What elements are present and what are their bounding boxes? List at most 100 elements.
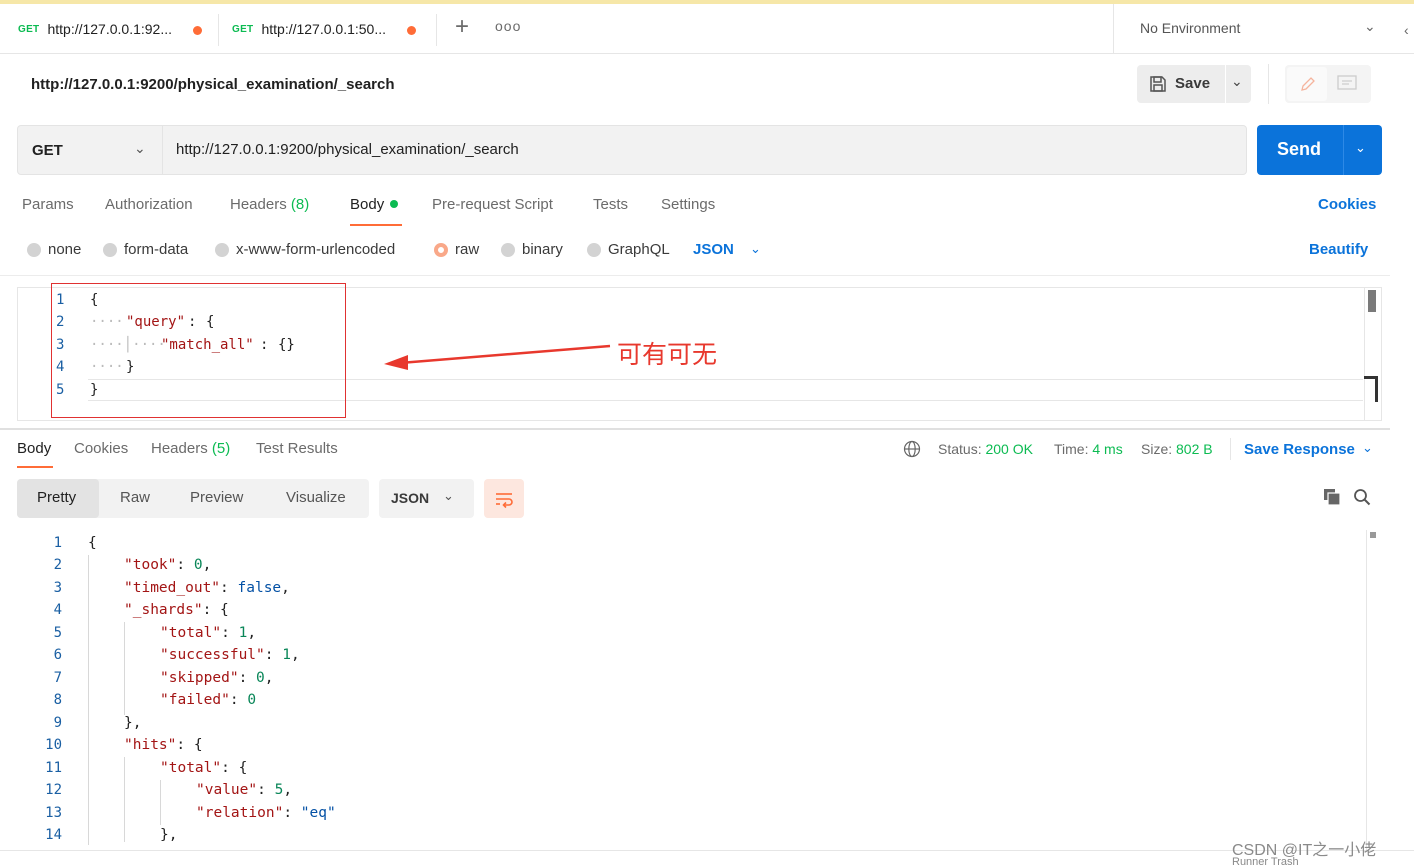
chevron-down-icon[interactable]: ⌄ <box>1362 440 1373 456</box>
more-tabs-icon[interactable]: ooo <box>495 18 521 34</box>
save-label: Save <box>1175 75 1211 92</box>
line-number: 12 <box>45 782 62 798</box>
response-scrollbar[interactable] <box>1366 530 1367 850</box>
response-view-toggle: Pretty Raw Preview Visualize <box>17 479 369 518</box>
headers-count: (8) <box>290 196 310 213</box>
tab-request-1[interactable]: GET http://127.0.0.1:92... <box>18 4 202 54</box>
json-line: "successful": 1, <box>160 647 300 663</box>
radio-binary[interactable]: binary <box>501 241 563 258</box>
divider <box>0 275 1390 276</box>
json-line: "skipped": 0, <box>160 670 274 686</box>
method-label: GET <box>32 142 63 159</box>
line-number: 2 <box>53 557 62 573</box>
json-token: }, <box>160 827 178 843</box>
chevron-down-icon: ⌄ <box>443 488 454 503</box>
json-number: 0 <box>247 692 257 708</box>
pane-divider[interactable] <box>0 428 1390 430</box>
line-number: 13 <box>45 805 62 821</box>
save-options-chevron-icon[interactable]: ⌄ <box>1231 73 1243 90</box>
url-input[interactable]: http://127.0.0.1:9200/physical_examinati… <box>176 141 519 158</box>
unsaved-dot-icon <box>407 26 416 35</box>
edit-button[interactable] <box>1287 67 1327 101</box>
time-meta[interactable]: Time: 4 ms <box>1054 441 1123 457</box>
json-key: "skipped" <box>160 670 239 686</box>
response-format-select[interactable]: JSON ⌄ <box>379 479 474 518</box>
new-tab-plus-icon[interactable]: + <box>450 15 474 40</box>
json-token: { <box>220 602 229 618</box>
response-tab-headers[interactable]: Headers (5) <box>151 440 230 457</box>
chevron-left-icon[interactable]: ‹ <box>1404 22 1409 38</box>
json-key: "total" <box>160 625 222 641</box>
save-response-button[interactable]: Save Response <box>1244 441 1355 458</box>
tab-settings[interactable]: Settings <box>661 196 715 213</box>
line-number: 6 <box>53 647 62 663</box>
body-language-select[interactable]: JSON <box>693 241 734 258</box>
annotation-text: 可有可无 <box>617 340 718 369</box>
radio-circle-icon <box>587 242 601 257</box>
view-pretty-button[interactable]: Pretty <box>17 479 99 518</box>
json-boolean: false <box>237 580 282 596</box>
chevron-down-icon[interactable]: ⌄ <box>750 241 761 257</box>
tab-url: http://127.0.0.1:92... <box>47 21 173 37</box>
radio-urlencoded[interactable]: x-www-form-urlencoded <box>215 241 395 258</box>
tab-request-2[interactable]: GET http://127.0.0.1:50... <box>232 4 416 54</box>
response-scrollbar-thumb[interactable] <box>1370 532 1376 538</box>
json-line: "took": 0, <box>124 557 212 573</box>
size-meta[interactable]: Size: 802 B <box>1141 441 1213 457</box>
editor-scrollbar-thumb[interactable] <box>1368 290 1376 312</box>
pencil-icon <box>1301 77 1315 91</box>
radio-label: none <box>48 241 82 258</box>
status-meta[interactable]: Status: 200 OK <box>938 441 1033 457</box>
method-selector[interactable]: GET ⌄ <box>18 126 163 174</box>
comment-icon[interactable] <box>1337 75 1357 93</box>
request-title[interactable]: http://127.0.0.1:9200/physical_examinati… <box>31 76 395 93</box>
view-pretty-label: Pretty <box>37 489 77 506</box>
save-button[interactable]: Save ⌄ <box>1137 65 1251 103</box>
tab-pre-request-script[interactable]: Pre-request Script <box>432 196 553 213</box>
tab-tests[interactable]: Tests <box>593 196 628 213</box>
radio-raw[interactable]: raw <box>434 241 479 258</box>
view-visualize-button[interactable]: Visualize <box>286 489 346 506</box>
send-button[interactable]: Send ⌄ <box>1257 125 1382 175</box>
tab-body-label: Body <box>350 196 385 213</box>
active-tab-underline <box>350 224 402 226</box>
tab-params[interactable]: Params <box>22 196 74 213</box>
environment-label: No Environment <box>1140 20 1241 36</box>
radio-circle-icon <box>215 242 229 257</box>
environment-selector[interactable]: No Environment ⌄ <box>1113 4 1393 54</box>
search-icon[interactable] <box>1353 488 1371 506</box>
radio-none[interactable]: none <box>27 241 81 258</box>
annotation-highlight-box <box>51 283 346 418</box>
editor-resize-handle[interactable] <box>1364 376 1378 402</box>
tab-headers[interactable]: Headers (8) <box>230 196 309 213</box>
tab-authorization[interactable]: Authorization <box>105 196 193 213</box>
json-line: "timed_out": false, <box>124 580 290 596</box>
globe-icon[interactable] <box>903 440 921 458</box>
send-options-chevron-icon[interactable]: ⌄ <box>1355 140 1366 156</box>
radio-form-data[interactable]: form-data <box>103 241 188 258</box>
tab-body[interactable]: Body <box>350 196 399 213</box>
json-key: "failed" <box>160 692 230 708</box>
response-headers-label: Headers <box>151 440 208 457</box>
tab-headers-label: Headers <box>230 196 287 213</box>
wrap-lines-button[interactable] <box>484 479 524 518</box>
json-line: "failed": 0 <box>160 692 257 708</box>
json-number: 1 <box>282 647 291 663</box>
response-tab-body[interactable]: Body <box>17 440 51 457</box>
view-raw-button[interactable]: Raw <box>120 489 150 506</box>
radio-graphql[interactable]: GraphQL <box>587 241 670 258</box>
format-label: JSON <box>391 490 430 506</box>
response-tab-cookies[interactable]: Cookies <box>74 440 128 457</box>
json-key: "hits" <box>124 737 177 753</box>
json-number: 0 <box>256 670 265 686</box>
status-label: Status: <box>938 441 982 457</box>
json-number: 5 <box>274 782 284 798</box>
view-preview-button[interactable]: Preview <box>190 489 243 506</box>
json-string: "eq" <box>300 805 336 821</box>
beautify-link[interactable]: Beautify <box>1309 241 1368 258</box>
copy-icon[interactable] <box>1323 488 1341 506</box>
line-number: 9 <box>53 715 62 731</box>
response-tab-test-results[interactable]: Test Results <box>256 440 338 457</box>
line-number: 5 <box>53 625 62 641</box>
cookies-link[interactable]: Cookies <box>1318 196 1376 213</box>
